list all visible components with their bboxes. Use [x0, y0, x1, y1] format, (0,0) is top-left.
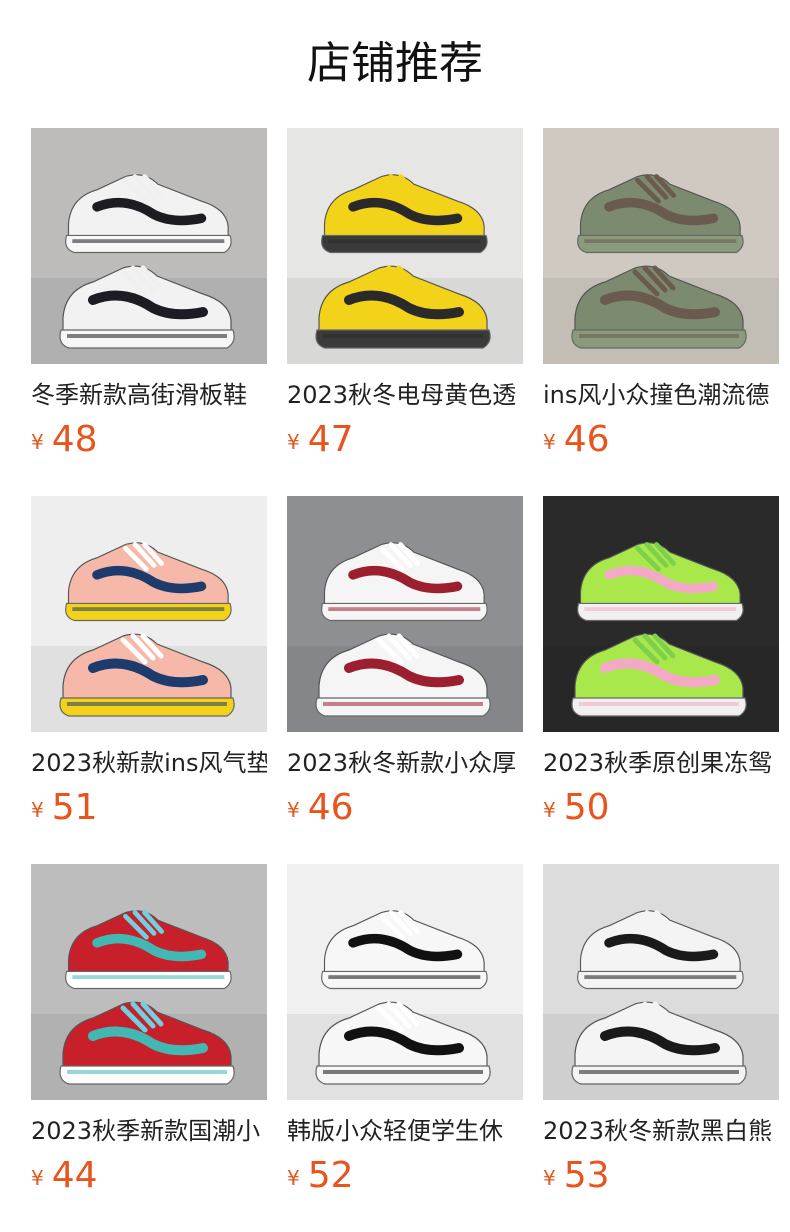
product-price: ¥51: [31, 786, 267, 830]
product-name[interactable]: 2023秋季原创果冻鸳: [543, 746, 779, 780]
currency-symbol: ¥: [31, 430, 44, 454]
product-image[interactable]: [287, 864, 523, 1100]
product-card[interactable]: 韩版小众轻便学生休 ¥52: [287, 864, 523, 1198]
product-price: ¥46: [543, 418, 779, 462]
price-amount: 51: [51, 787, 98, 828]
currency-symbol: ¥: [543, 430, 556, 454]
product-card[interactable]: 2023秋冬电母黄色透 ¥47: [287, 128, 523, 462]
green-pink-sneaker-image: [543, 496, 779, 732]
olive-sneaker-image: [543, 128, 779, 364]
product-card[interactable]: ins风小众撞色潮流德 ¥46: [543, 128, 779, 462]
product-card[interactable]: 2023秋新款ins风气垫 ¥51: [31, 496, 267, 830]
page-title: 店铺推荐: [307, 38, 483, 89]
product-card[interactable]: 2023秋冬新款黑白熊 ¥53: [543, 864, 779, 1198]
product-card[interactable]: 2023秋季新款国潮小 ¥44: [31, 864, 267, 1198]
product-name[interactable]: 2023秋季新款国潮小: [31, 1114, 267, 1148]
product-name[interactable]: 2023秋新款ins风气垫: [31, 746, 267, 780]
price-amount: 46: [307, 787, 354, 828]
product-image[interactable]: [31, 496, 267, 732]
product-image[interactable]: [287, 128, 523, 364]
product-card[interactable]: 2023秋季原创果冻鸳 ¥50: [543, 496, 779, 830]
black-white-sneaker-image: [31, 128, 267, 364]
price-amount: 52: [307, 1155, 354, 1196]
graffiti-sneaker-image: [543, 864, 779, 1100]
product-image[interactable]: [287, 496, 523, 732]
product-card[interactable]: 冬季新款高街滑板鞋 ¥48: [31, 128, 267, 462]
product-card[interactable]: 2023秋冬新款小众厚 ¥46: [287, 496, 523, 830]
currency-symbol: ¥: [543, 1166, 556, 1190]
product-name[interactable]: 2023秋冬新款黑白熊: [543, 1114, 779, 1148]
product-name[interactable]: 韩版小众轻便学生休: [287, 1114, 523, 1148]
product-image[interactable]: [31, 128, 267, 364]
currency-symbol: ¥: [287, 430, 300, 454]
product-image[interactable]: [31, 864, 267, 1100]
product-name[interactable]: 冬季新款高街滑板鞋: [31, 378, 267, 412]
price-amount: 50: [563, 787, 610, 828]
yellow-sneaker-image: [287, 128, 523, 364]
product-image[interactable]: [543, 864, 779, 1100]
price-amount: 46: [563, 419, 610, 460]
product-image[interactable]: [543, 128, 779, 364]
currency-symbol: ¥: [543, 798, 556, 822]
white-red-sneaker-image: [287, 496, 523, 732]
product-price: ¥50: [543, 786, 779, 830]
product-image[interactable]: [543, 496, 779, 732]
white-black-lace-sneaker-image: [287, 864, 523, 1100]
product-price: ¥48: [31, 418, 267, 462]
price-amount: 48: [51, 419, 98, 460]
product-price: ¥46: [287, 786, 523, 830]
product-name[interactable]: ins风小众撞色潮流德: [543, 378, 779, 412]
product-price: ¥44: [31, 1154, 267, 1198]
product-price: ¥47: [287, 418, 523, 462]
product-price: ¥52: [287, 1154, 523, 1198]
product-name[interactable]: 2023秋冬电母黄色透: [287, 378, 523, 412]
currency-symbol: ¥: [31, 798, 44, 822]
red-teal-sneaker-image: [31, 864, 267, 1100]
price-amount: 44: [51, 1155, 98, 1196]
currency-symbol: ¥: [31, 1166, 44, 1190]
price-amount: 53: [563, 1155, 610, 1196]
pink-yellow-sneaker-image: [31, 496, 267, 732]
product-name[interactable]: 2023秋冬新款小众厚: [287, 746, 523, 780]
price-amount: 47: [307, 419, 354, 460]
currency-symbol: ¥: [287, 1166, 300, 1190]
currency-symbol: ¥: [287, 798, 300, 822]
product-price: ¥53: [543, 1154, 779, 1198]
